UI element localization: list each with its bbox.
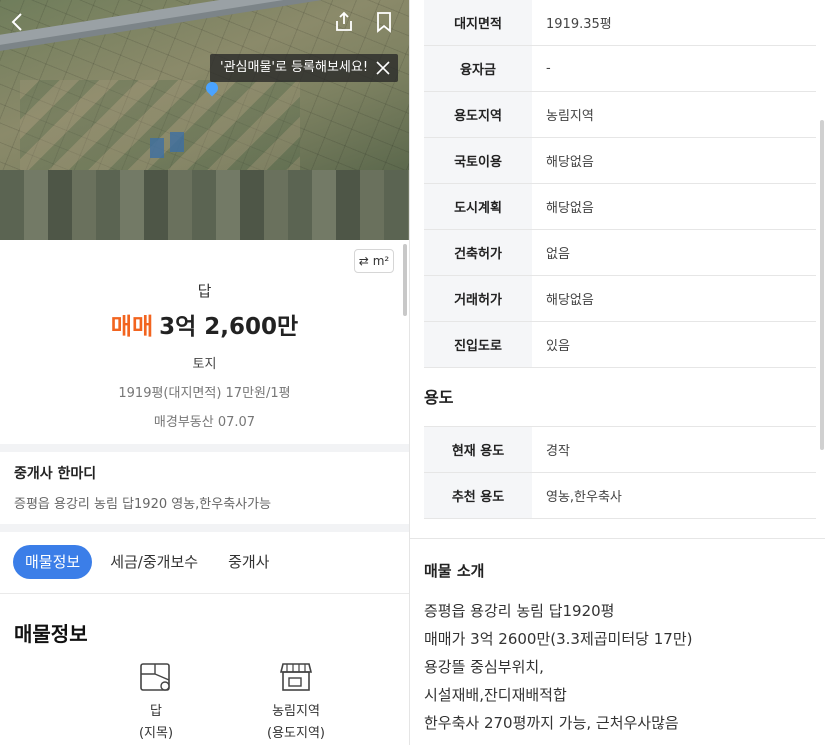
agency-date: 매경부동산 07.07 (153, 415, 256, 430)
row-key: 현재 용도 (424, 427, 532, 472)
table-row: 건축허가 없음 (424, 230, 816, 276)
map-pixelated-area (0, 170, 409, 240)
tab-divider (0, 593, 409, 594)
row-key: 도시계획 (424, 184, 532, 229)
table-row: 용도지역 농림지역 (424, 92, 816, 138)
row-value: 있음 (546, 339, 570, 354)
broker-note-title: 중개사 한마디 (14, 466, 97, 482)
intro-line: 시설재배,잔디재배적합 (424, 686, 567, 704)
close-icon[interactable] (376, 61, 390, 75)
price-line: 매매 3억 2,600만 (0, 307, 409, 341)
tab-tax-fee[interactable]: 세금/중개보수 (98, 545, 210, 579)
table-row: 융자금 - (424, 46, 816, 92)
bookmark-icon (377, 12, 391, 33)
detail-panel: 대지면적 1919.35평 융자금 - 용도지역 농림지역 국토이용 해당없음 … (409, 0, 825, 745)
listing-summary: 답 매매 3억 2,600만 토지 1919평(대지면적) 17만원/1평 매경부… (0, 280, 409, 430)
table-row: 진입도로 있음 (424, 322, 816, 368)
land-type: 답 (197, 282, 212, 300)
unit-toggle-button[interactable]: ⇄ m² (354, 249, 394, 273)
row-value: 해당없음 (546, 201, 594, 216)
area-price: 1919평(대지면적) 17만원/1평 (118, 386, 291, 401)
row-key: 건축허가 (424, 230, 532, 275)
tab-bar: 매물정보 세금/중개보수 중개사 (13, 545, 281, 579)
table-row: 거래허가 해당없음 (424, 276, 816, 322)
listing-panel: '관심매물'로 등록해보세요! ⇄ m² 답 매매 3억 2,600만 토지 19… (0, 0, 409, 745)
row-value: - (546, 61, 551, 76)
unit-label: m² (372, 254, 390, 268)
row-value: 해당없음 (546, 293, 594, 308)
tab-listing-info[interactable]: 매물정보 (13, 545, 93, 579)
land-map-icon (140, 663, 170, 691)
broker-note: 중개사 한마디 증평읍 용강리 농림 답1920 영농,한우축사가능 (14, 463, 399, 512)
section-divider (0, 444, 409, 452)
intro-line: 증평읍 용강리 농림 답1920평 (424, 602, 615, 620)
usage-table: 현재 용도 경작 추천 용도 영농,한우축사 (424, 426, 816, 519)
row-key: 융자금 (424, 46, 532, 91)
row-value: 해당없음 (546, 155, 594, 170)
map-greenhouse (170, 132, 184, 152)
bookmark-button[interactable] (372, 10, 396, 34)
tooltip-text: '관심매물'로 등록해보세요! (220, 60, 369, 75)
info-sub: (지목) (138, 726, 174, 741)
price: 3억 2,600만 (159, 314, 299, 340)
table-row: 도시계획 해당없음 (424, 184, 816, 230)
row-value: 농림지역 (546, 109, 594, 124)
info-label: 답 (150, 704, 162, 719)
table-row: 국토이용 해당없음 (424, 138, 816, 184)
info-item-zoning: 농림지역 (용도지역) (236, 660, 356, 741)
section-divider (0, 524, 409, 532)
table-row: 추천 용도 영농,한우축사 (424, 473, 816, 519)
intro-line: 용강뜰 중심부위치, (424, 658, 544, 676)
row-key: 용도지역 (424, 92, 532, 137)
table-row: 대지면적 1919.35평 (424, 0, 816, 46)
info-label: 농림지역 (272, 704, 320, 719)
row-key: 국토이용 (424, 138, 532, 183)
row-value: 없음 (546, 247, 570, 262)
usage-title: 용도 (424, 388, 454, 407)
deal-type: 매매 (110, 314, 154, 340)
share-button[interactable] (332, 10, 356, 34)
section-divider (410, 538, 825, 539)
row-key: 대지면적 (424, 0, 532, 45)
satellite-map[interactable]: '관심매물'로 등록해보세요! (0, 0, 409, 240)
row-value: 경작 (546, 444, 570, 459)
table-row: 현재 용도 경작 (424, 427, 816, 473)
section-title: 매물정보 (14, 622, 88, 646)
row-value: 영농,한우축사 (546, 490, 622, 505)
intro-line: 한우축사 270평까지 가능, 근처우사많음 (424, 714, 679, 732)
share-icon (336, 11, 352, 31)
intro-line: 매매가 3억 2600만(3.3제곱미터당 17만) (424, 630, 693, 648)
store-icon (279, 663, 313, 691)
chevron-left-icon (11, 13, 22, 31)
scrollbar[interactable] (820, 120, 824, 450)
row-key: 거래허가 (424, 276, 532, 321)
intro-text: 증평읍 용강리 농림 답1920평 매매가 3억 2600만(3.3제곱미터당 … (424, 600, 814, 740)
swap-icon: ⇄ (358, 254, 369, 268)
map-greenhouse (150, 138, 164, 158)
favorite-tooltip[interactable]: '관심매물'로 등록해보세요! (210, 54, 399, 82)
info-item-land-category: 답 (지목) (96, 660, 216, 741)
back-button[interactable] (6, 10, 30, 34)
intro-title: 매물 소개 (424, 562, 485, 580)
property-category: 토지 (192, 357, 217, 372)
info-sub: (용도지역) (267, 726, 325, 741)
row-key: 진입도로 (424, 322, 532, 367)
detail-table: 대지면적 1919.35평 융자금 - 용도지역 농림지역 국토이용 해당없음 … (424, 0, 816, 368)
tab-agent[interactable]: 중개사 (216, 545, 281, 579)
broker-note-text: 증평읍 용강리 농림 답1920 영농,한우축사가능 (14, 497, 272, 512)
row-value: 1919.35평 (546, 17, 612, 32)
info-icons: 답 (지목) 농림지역 (용도지역) (96, 660, 356, 741)
row-key: 추천 용도 (424, 473, 532, 518)
